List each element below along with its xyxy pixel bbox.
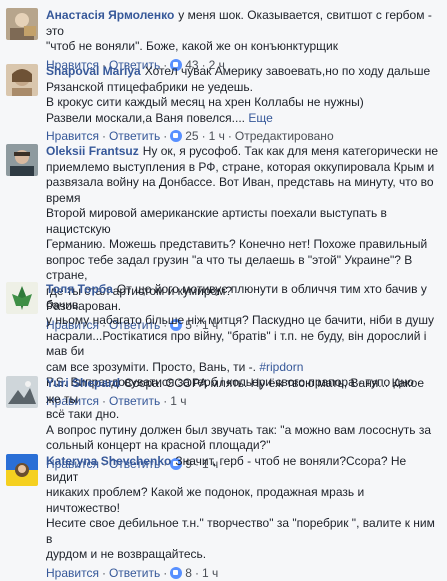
comment-line: Несите свое дебильное т.н." творчество" … (46, 516, 435, 546)
comment-author[interactable]: Shapoval Mariya (46, 64, 141, 78)
comment-line: Второй мировой американские артисты поех… (46, 206, 387, 236)
comment-line: всё таки дно. (46, 407, 120, 421)
comment-body: Shapoval Mariya Хотел чувак Америку завое… (46, 64, 441, 144)
comment-line: А вопрос путину должен был звучать так: … (46, 422, 432, 437)
comment-time[interactable]: 1 ч (202, 566, 218, 580)
comment-text: Shapoval Mariya Хотел чувак Америку завое… (46, 64, 441, 126)
comment-text: Kateryna Shevchenko Значит, герб - чтоб н… (46, 454, 441, 563)
comment-line: у ньому набагато більше ніж митця? Паску… (46, 313, 435, 327)
comment-text: Толя Торба От що його мотивує плюнути в о… (46, 282, 441, 391)
comment-body: Kateryna Shevchenko Значит, герб - чтоб н… (46, 454, 441, 581)
comment-author[interactable]: Oleksii Frantsuz (46, 144, 139, 158)
like-count[interactable]: 25 (185, 129, 198, 143)
comment-line: Развели москали,а Ваня повелся.... Еще (46, 110, 273, 125)
reply-button[interactable]: Ответить (109, 129, 160, 143)
comment-line: Германию. Можешь представить? Конечно не… (46, 237, 428, 251)
see-more-link[interactable]: Еще (248, 111, 272, 125)
edited-label[interactable]: Отредактировано (235, 129, 334, 143)
comment-text: Анастасія Ярмоленко у меня шок. Оказывает… (46, 8, 441, 55)
like-count[interactable]: 8 (185, 566, 192, 580)
comment-line: Ну ок, я русофоб. Так как для меня катег… (142, 144, 439, 158)
avatar[interactable] (6, 376, 38, 408)
comment-line: Рязанской птицефабрики не уедешь. (46, 79, 253, 94)
comment-line: никаких проблем? Какой же подонок, прода… (46, 485, 365, 515)
comment-body: Анастасія Ярмоленко у меня шок. Оказывает… (46, 8, 441, 73)
comment-actions: Нравится · Ответить · 8 · 1 ч (46, 565, 219, 580)
comment-line: сам все зрозуміти. Просто, Вань, ти -. #… (46, 359, 304, 374)
avatar[interactable] (6, 8, 38, 40)
comment-actions: Нравится · Ответить · 25 · 1 ч · Отредактировано (46, 129, 334, 143)
comment-author[interactable]: Толя Торба (46, 282, 113, 296)
comment-text: Yuri Shepard Ссора. ССОРА млять. Ну ёж тв… (46, 376, 441, 454)
comment-line: развязала войну на Донбассе. Вот Иван, п… (46, 175, 434, 205)
comment-line: дурдом и не возвращайтесь. (46, 547, 207, 561)
like-reaction-icon (170, 566, 183, 579)
reply-button[interactable]: Ответить (109, 566, 160, 580)
like-button[interactable]: Нравится (46, 129, 99, 143)
avatar[interactable] (6, 454, 38, 486)
comments-list: Анастасія Ярмоленко у меня шок. Оказывает… (0, 0, 447, 580)
comment-line: Хотел чувак Америку завоевать,но по ходу… (144, 64, 431, 78)
avatar[interactable] (6, 144, 38, 176)
hashtag-link[interactable]: #ripdorn (259, 360, 303, 374)
comment-author[interactable]: Анастасія Ярмоленко (46, 8, 174, 22)
comment-line: приемлемо выступления в РФ, стране, кото… (46, 159, 435, 174)
avatar[interactable] (6, 64, 38, 96)
comment-author[interactable]: Yuri Shepard (46, 376, 120, 390)
comment-line: В крокус сити каждый месяц на хрен Колла… (46, 95, 364, 109)
comment-author[interactable]: Kateryna Shevchenko (46, 454, 171, 468)
comment-line: вопрос тебе задал грузин "а что ты делае… (46, 252, 413, 283)
comment-time[interactable]: 1 ч (209, 129, 225, 143)
like-button[interactable]: Нравится (46, 566, 99, 580)
comment-line: "чтоб не воняли". Боже, какой же он конъ… (46, 39, 338, 53)
like-reaction-icon (170, 130, 183, 142)
comment-line: сольный концерт на красной площади?" (46, 438, 271, 452)
avatar[interactable] (6, 282, 38, 314)
comment-line: насрали...Ростікатися про війну, "братів… (46, 328, 427, 359)
